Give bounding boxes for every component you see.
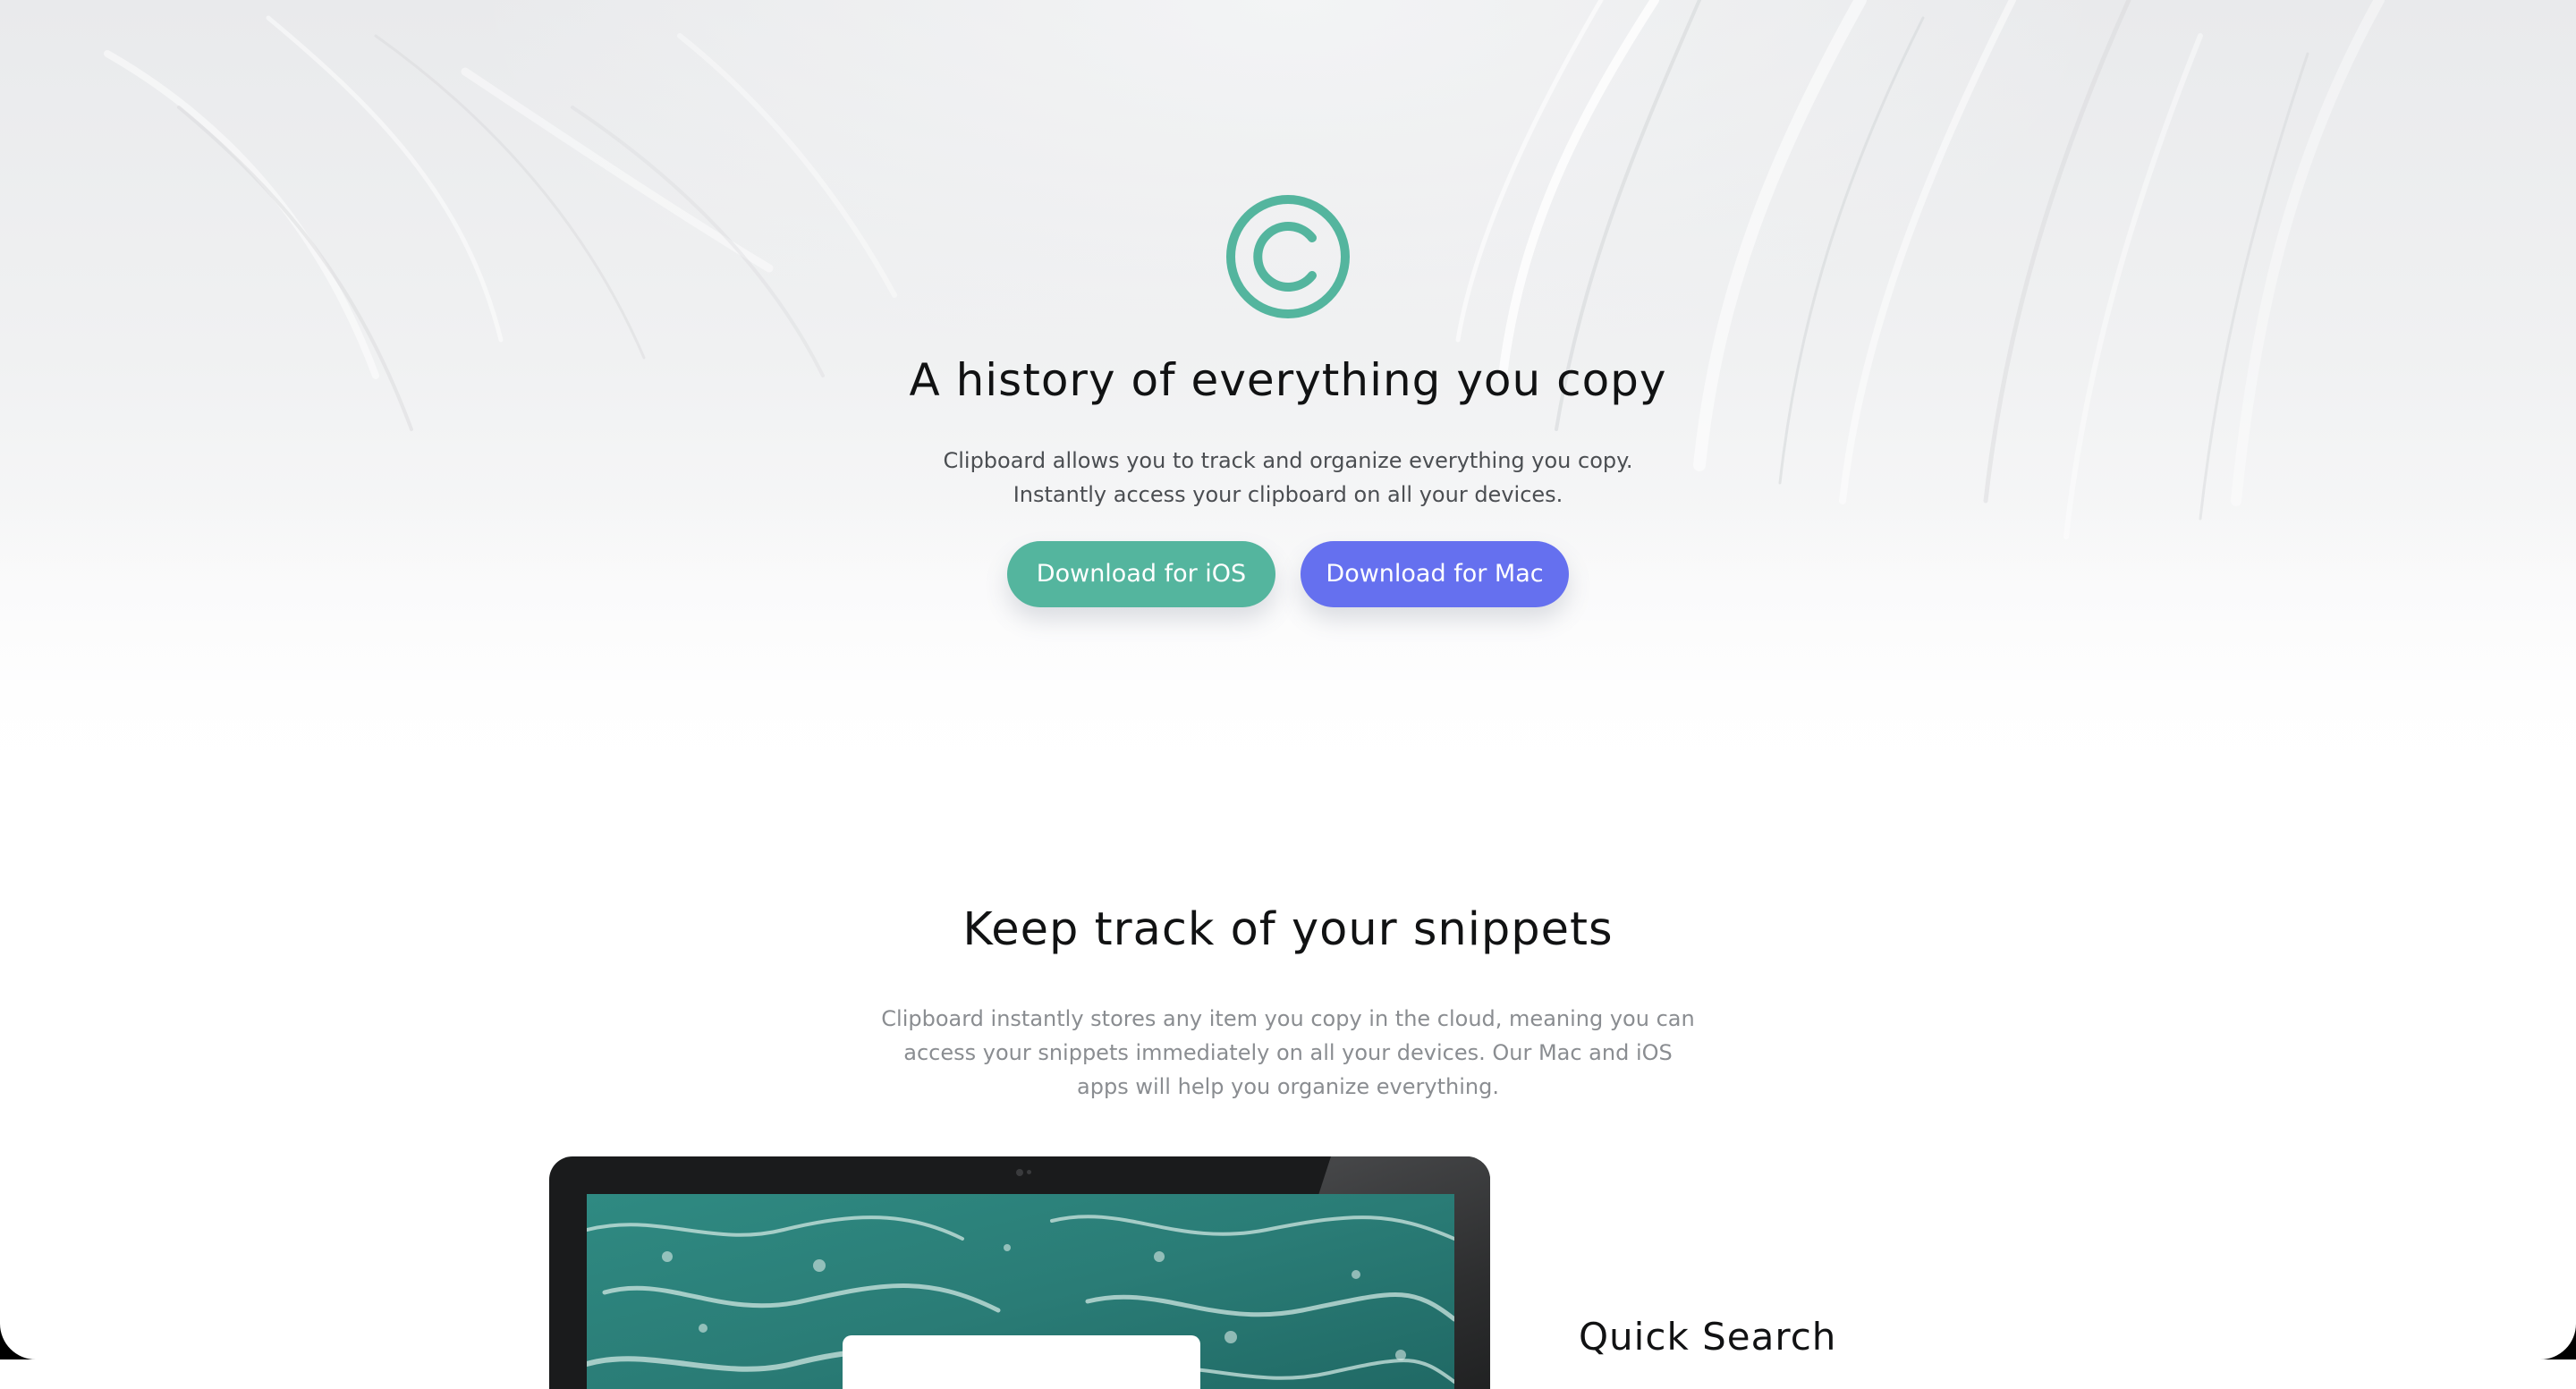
imac-device-mockup	[549, 1156, 1490, 1389]
hero-section: A history of everything you copy Clipboa…	[0, 0, 2576, 787]
hero-subtitle: Clipboard allows you to track and organi…	[943, 448, 1633, 507]
camera-icon	[1016, 1169, 1023, 1176]
quick-search-feature-title: Quick Search	[1579, 1315, 1837, 1359]
download-mac-button[interactable]: Download for Mac	[1301, 541, 1569, 607]
app-window-card	[843, 1335, 1200, 1389]
snippets-section-title: Keep track of your snippets	[962, 903, 1614, 956]
hero-title: A history of everything you copy	[909, 354, 1667, 406]
copyright-c-icon	[1226, 195, 1350, 318]
download-ios-button[interactable]: Download for iOS	[1007, 541, 1275, 607]
snippets-section-body: Clipboard instantly stores any item you …	[881, 1006, 1695, 1099]
hero-bottom-fade	[0, 501, 2576, 787]
camera-sensor-icon	[1027, 1170, 1031, 1174]
